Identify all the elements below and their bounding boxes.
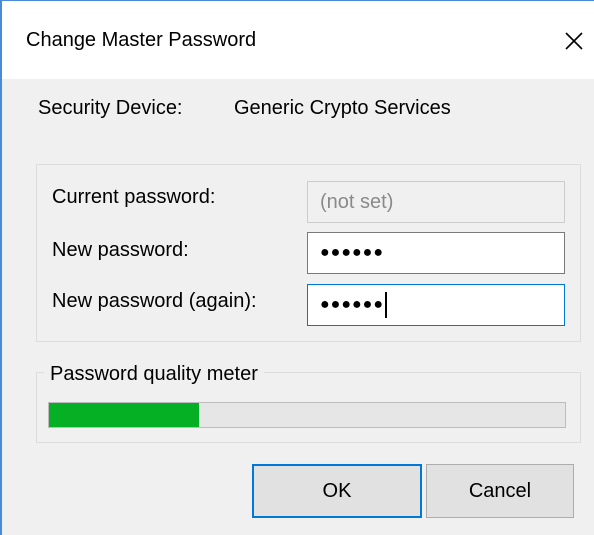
- current-password-placeholder: (not set): [320, 190, 394, 213]
- quality-meter-bar: [48, 402, 566, 428]
- security-device-label: Security Device:: [38, 97, 183, 119]
- confirm-password-label: New password (again):: [52, 290, 257, 312]
- quality-meter-fill: [49, 403, 199, 427]
- confirm-password-field[interactable]: ●●●●●●: [307, 284, 565, 326]
- title-bar: Change Master Password: [2, 1, 594, 79]
- current-password-field: (not set): [307, 181, 565, 223]
- close-icon: [565, 32, 583, 50]
- current-password-label: Current password:: [52, 186, 216, 208]
- text-caret: [384, 292, 387, 318]
- new-password-label: New password:: [52, 239, 189, 261]
- ok-button[interactable]: OK: [252, 464, 422, 518]
- cancel-button[interactable]: Cancel: [426, 464, 574, 518]
- close-button[interactable]: [552, 19, 594, 63]
- confirm-password-masked-value: ●●●●●●: [320, 296, 384, 313]
- new-password-masked-value: ●●●●●●: [320, 244, 384, 261]
- new-password-field[interactable]: ●●●●●●: [307, 232, 565, 274]
- dialog-title: Change Master Password: [26, 29, 257, 51]
- change-master-password-dialog: Change Master Password Security Device: …: [0, 0, 594, 535]
- security-device-value: Generic Crypto Services: [234, 97, 451, 119]
- quality-meter-label: Password quality meter: [44, 363, 264, 386]
